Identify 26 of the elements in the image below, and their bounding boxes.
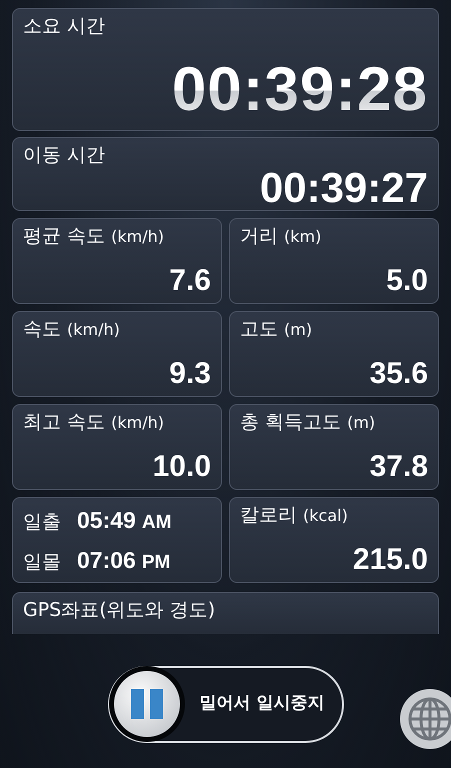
stat-value: 9.3 [169, 357, 211, 390]
stat-label: 총 획득고도 (m) [240, 411, 376, 434]
stat-value: 37.8 [370, 450, 428, 483]
slide-to-pause-slider[interactable]: 밀어서 일시중지 [108, 666, 344, 742]
stat-value: 7.6 [169, 264, 211, 297]
gps-label: GPS좌표(위도와 경도) [23, 599, 216, 622]
sun-time: 05:49 AM [77, 506, 172, 534]
stat-label: 거리 (km) [240, 225, 322, 248]
stat-value: 5.0 [386, 264, 428, 297]
timer-label: 소요 시간 [23, 15, 106, 38]
sun-label: 일몰 [23, 550, 61, 575]
globe-icon[interactable] [399, 688, 451, 750]
sun-time: 07:06 PM [77, 546, 170, 575]
stat-value: 215.0 [352, 543, 428, 576]
stat-label: 최고 속도 (km/h) [23, 411, 165, 434]
sun-label: 일출 [23, 510, 61, 534]
timer-label: 이동 시간 [23, 144, 106, 167]
stat-value: 35.6 [370, 357, 428, 390]
stat-label: 칼로리 (kcal) [240, 504, 349, 527]
stat-label: 속도 (km/h) [23, 318, 121, 341]
pause-icon [130, 688, 162, 718]
stat-value: 10.0 [152, 450, 211, 483]
pause-knob[interactable] [114, 670, 180, 736]
timer-value: 00:39:27 [260, 166, 428, 209]
stat-label: 고도 (m) [240, 318, 314, 341]
stat-label: 평균 속도 (km/h) [23, 225, 165, 248]
